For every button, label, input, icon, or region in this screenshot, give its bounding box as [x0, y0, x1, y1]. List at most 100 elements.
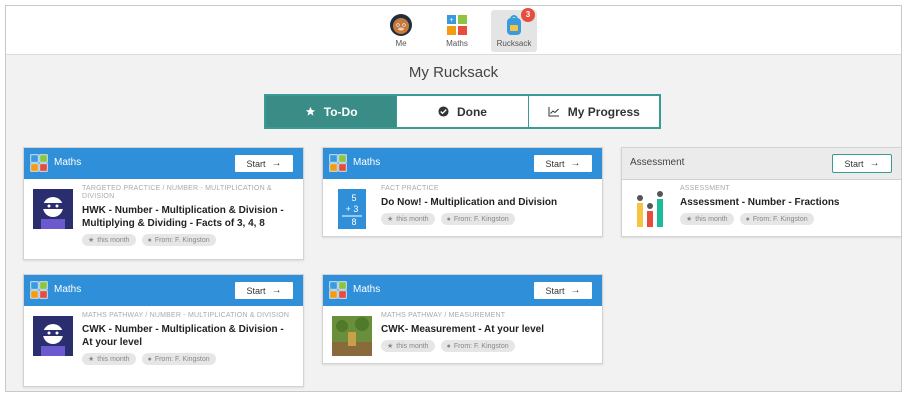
card-title[interactable]: CWK- Measurement - At your level	[381, 323, 594, 336]
card-title[interactable]: Do Now! - Multiplication and Division	[381, 196, 594, 209]
star-icon: ★	[686, 216, 693, 223]
star-icon: ★	[387, 343, 394, 350]
start-button[interactable]: Start →	[234, 281, 294, 300]
due-text: this month	[695, 215, 728, 223]
thumb-digit: 5	[351, 193, 356, 203]
card-meta: ★ this month ● From: F. Kingston	[680, 213, 893, 225]
card-header: Maths Start →	[24, 148, 303, 179]
nav-me[interactable]: Me	[378, 10, 424, 52]
top-nav: Me + Maths 3 Rucksack	[6, 6, 901, 55]
tab-done[interactable]: Done	[397, 96, 529, 127]
from-pill: ● From: F. Kingston	[440, 213, 515, 225]
card-title[interactable]: HWK - Number - Multiplication & Division…	[82, 204, 295, 230]
card-header: Assessment Start →	[622, 148, 901, 180]
measurement-thumbnail-icon	[332, 316, 372, 356]
arrow-right-icon: →	[271, 285, 282, 296]
from-pill: ● From: F. Kingston	[440, 340, 515, 352]
maths-icon	[30, 154, 48, 172]
assignment-card: Maths Start → 5 + 3 8 FACT PRACTICE Do No…	[322, 147, 603, 237]
from-text: From: F. Kingston	[453, 215, 509, 223]
start-button[interactable]: Start →	[832, 154, 892, 173]
due-text: this month	[97, 355, 130, 363]
start-label: Start	[545, 285, 565, 296]
assignment-card: Maths Start → TARGETED PRACTICE / NUMBER …	[23, 147, 304, 260]
from-pill: ● From: F. Kingston	[739, 213, 814, 225]
card-header: Maths Start →	[24, 275, 303, 306]
due-text: this month	[396, 342, 429, 350]
start-button[interactable]: Start →	[234, 154, 294, 173]
tab-progress-label: My Progress	[567, 104, 640, 119]
card-header: Maths Start →	[323, 148, 602, 179]
arrow-right-icon: →	[869, 158, 880, 169]
nav-rucksack-label: Rucksack	[496, 39, 532, 48]
tab-bar: To-Do Done My Progress	[264, 94, 661, 129]
nav-rucksack[interactable]: 3 Rucksack	[491, 8, 537, 52]
card-category: ASSESSMENT	[680, 185, 730, 192]
due-pill: ★ this month	[82, 234, 136, 246]
thumb-digit: 8	[351, 217, 356, 227]
card-content: TARGETED PRACTICE / NUMBER - MULTIPLICAT…	[82, 185, 295, 246]
due-text: this month	[396, 215, 429, 223]
start-button[interactable]: Start →	[533, 281, 593, 300]
tab-done-label: Done	[456, 104, 487, 119]
star-icon: ★	[88, 237, 95, 244]
avatar-icon	[390, 14, 412, 36]
card-subject: Assessment	[630, 157, 685, 168]
card-header: Maths Start →	[323, 275, 602, 306]
check-circle-icon	[438, 106, 449, 117]
card-title[interactable]: CWK - Number - Multiplication & Division…	[82, 323, 295, 349]
person-icon: ●	[147, 355, 152, 363]
card-subject: Maths	[353, 157, 381, 168]
card-content: MATHS PATHWAY / NUMBER - MULTIPLICATION …	[82, 312, 295, 365]
star-icon: ★	[88, 356, 95, 363]
start-button[interactable]: Start →	[533, 154, 593, 173]
start-label: Start	[246, 158, 266, 169]
rucksack-badge: 3	[521, 8, 535, 22]
card-subject: Maths	[54, 157, 82, 168]
star-icon	[305, 106, 315, 116]
assignment-card: Maths Start → MATHS PATHWAY / NUMBER - MU…	[23, 274, 304, 387]
card-subject: Maths	[353, 284, 381, 295]
star-icon: ★	[387, 216, 394, 223]
svg-text:+: +	[449, 17, 453, 24]
card-subject: Maths	[54, 284, 82, 295]
due-text: this month	[97, 236, 130, 244]
nav-maths-label: Maths	[446, 39, 468, 48]
start-label: Start	[545, 158, 565, 169]
card-category: TARGETED PRACTICE / NUMBER - MULTIPLICAT…	[82, 185, 272, 200]
arrow-right-icon: →	[570, 158, 581, 169]
person-icon: ●	[147, 236, 152, 244]
nav-me-label: Me	[395, 39, 407, 48]
card-category: MATHS PATHWAY / NUMBER - MULTIPLICATION …	[82, 312, 290, 319]
due-pill: ★ this month	[381, 213, 435, 225]
card-content: FACT PRACTICE Do Now! - Multiplication a…	[381, 185, 594, 225]
page-title: My Rucksack	[408, 64, 499, 81]
tab-todo[interactable]: To-Do	[266, 96, 398, 127]
tab-progress[interactable]: My Progress	[529, 96, 659, 127]
due-pill: ★ this month	[381, 340, 435, 352]
card-content: ASSESSMENT Assessment - Number - Fractio…	[680, 185, 893, 225]
due-pill: ★ this month	[82, 353, 136, 365]
card-meta: ★ this month ● From: F. Kingston	[82, 353, 295, 365]
card-meta: ★ this month ● From: F. Kingston	[381, 213, 594, 225]
person-icon: ●	[446, 215, 451, 223]
person-icon: ●	[446, 342, 451, 350]
card-title[interactable]: Assessment - Number - Fractions	[680, 196, 893, 209]
start-label: Start	[246, 285, 266, 296]
assignment-card: Maths Start → MATHS PATHWAY / MEASUREMENT…	[322, 274, 603, 364]
nav-maths[interactable]: + Maths	[434, 10, 480, 52]
arrow-right-icon: →	[271, 158, 282, 169]
person-icon: ●	[745, 215, 750, 223]
from-text: From: F. Kingston	[453, 342, 509, 350]
from-text: From: F. Kingston	[752, 215, 808, 223]
ninja-thumbnail-icon	[33, 189, 73, 229]
from-pill: ● From: F. Kingston	[141, 234, 216, 246]
ninja-thumbnail-icon	[33, 316, 73, 356]
maths-icon: +	[447, 15, 467, 35]
arrow-right-icon: →	[570, 285, 581, 296]
due-pill: ★ this month	[680, 213, 734, 225]
card-content: MATHS PATHWAY / MEASUREMENT CWK- Measure…	[381, 312, 594, 352]
card-category: FACT PRACTICE	[381, 185, 439, 192]
tab-todo-label: To-Do	[323, 104, 358, 119]
from-pill: ● From: F. Kingston	[141, 353, 216, 365]
